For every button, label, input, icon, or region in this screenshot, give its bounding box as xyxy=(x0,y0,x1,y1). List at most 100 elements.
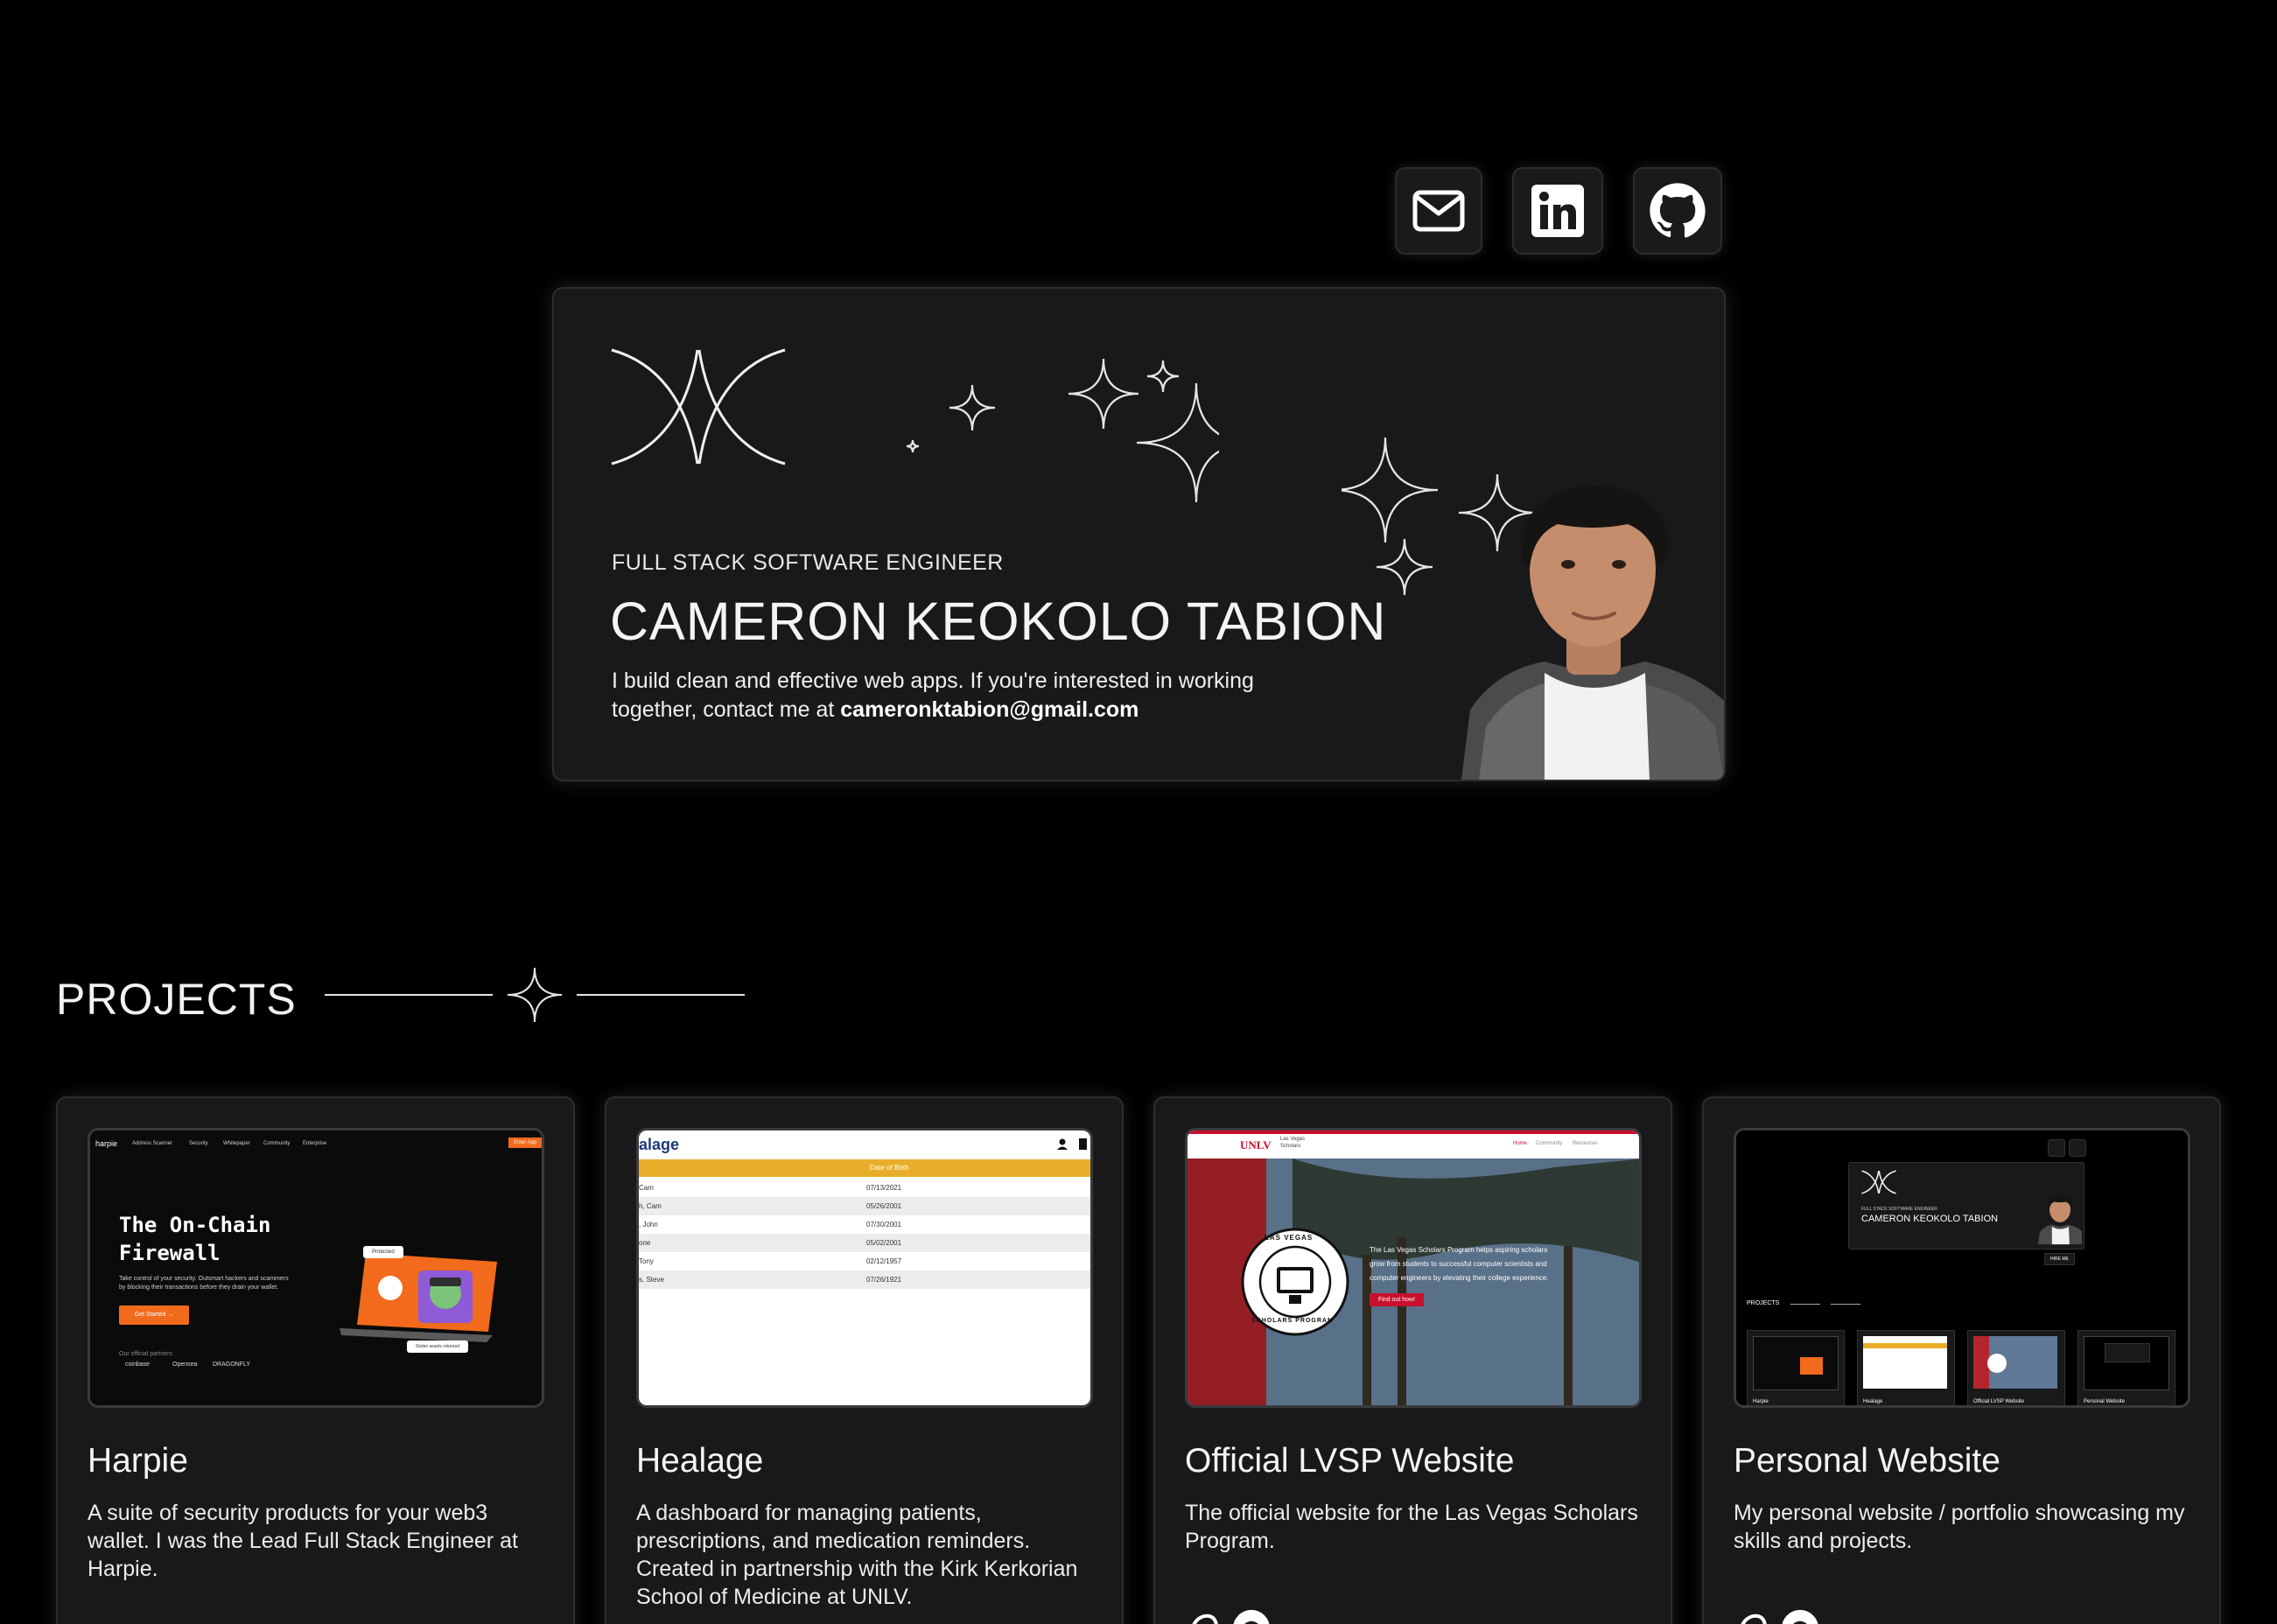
mini-role: FULL STACK SOFTWARE ENGINEER xyxy=(1861,1207,1937,1212)
link-icon[interactable] xyxy=(1734,1609,1769,1624)
project-links xyxy=(1185,1609,1271,1624)
shot-copy: The Las Vegas Scholars Program helps asp… xyxy=(1370,1246,1548,1254)
project-card-lvsp[interactable]: UNLV Las Vegas Scholars Home Community R… xyxy=(1153,1096,1672,1624)
project-title: Official LVSP Website xyxy=(1185,1442,1515,1480)
table-cell: 02/12/1957 xyxy=(866,1257,902,1265)
project-card-personal[interactable]: FULL STACK SOFTWARE ENGINEER CAMERON KEO… xyxy=(1702,1096,2221,1624)
shot-cta: Enter App xyxy=(508,1138,542,1148)
github-icon[interactable] xyxy=(1232,1609,1271,1624)
shot-partner: DRAGONFLY xyxy=(213,1362,251,1368)
table-row xyxy=(639,1197,1090,1215)
table-cell: 07/13/2021 xyxy=(866,1184,902,1192)
table-cell: h, Cam xyxy=(639,1202,662,1210)
mini-linkedin-icon xyxy=(2048,1139,2065,1157)
mail-icon xyxy=(1412,190,1465,232)
mini-project-card: Personal Website xyxy=(2077,1330,2175,1405)
project-screenshot: UNLV Las Vegas Scholars Home Community R… xyxy=(1185,1128,1642,1408)
sparkle-icon xyxy=(949,384,996,431)
sparkle-icon xyxy=(1146,360,1180,393)
shot-partner: coinbase xyxy=(125,1362,151,1368)
shot-nav-item: Address Scanner xyxy=(132,1141,173,1146)
link-icon[interactable] xyxy=(1185,1609,1220,1624)
harpie-laptop-illustration xyxy=(340,1253,497,1342)
shot-brand: UNLV xyxy=(1240,1138,1272,1152)
shot-button: Find out how! xyxy=(1370,1293,1425,1306)
shot-nav-item: Whitepaper xyxy=(223,1141,250,1146)
mini-project-title: Personal Website xyxy=(2084,1399,2125,1404)
shot-nav-item: Home xyxy=(1513,1141,1528,1146)
hero-description: I build clean and effective web apps. If… xyxy=(612,667,1312,724)
table-column-header: Date of Birth xyxy=(870,1164,909,1172)
sparkle-icon xyxy=(1068,358,1139,430)
shot-subtitle: by blocking their transactions before th… xyxy=(119,1284,279,1291)
shot-brand-sub: Las Vegas xyxy=(1280,1137,1306,1142)
table-cell: 05/02/2001 xyxy=(866,1239,902,1247)
logo-icon xyxy=(611,348,786,466)
social-links xyxy=(1395,167,1722,255)
seal-text: SCHOLARS PROGRAM xyxy=(1251,1318,1334,1324)
project-title: Healage xyxy=(636,1442,764,1480)
hero-name: CAMERON KEOKOLO TABION xyxy=(610,592,1387,651)
table-cell: 07/30/2001 xyxy=(866,1221,902,1228)
table-row xyxy=(639,1234,1090,1252)
project-card-harpie[interactable]: harpie Address Scanner Security Whitepap… xyxy=(56,1096,575,1624)
projects-heading: PROJECTS xyxy=(56,975,297,1024)
project-cards: harpie Address Scanner Security Whitepap… xyxy=(56,1096,2221,1624)
table-row xyxy=(639,1215,1090,1234)
project-card-healage[interactable]: alage Date of Birth Cam 07/13/2021 h, Ca… xyxy=(605,1096,1124,1624)
project-links xyxy=(1734,1609,1819,1624)
shot-partner: Opensea xyxy=(172,1362,198,1368)
shot-headline: Firewall xyxy=(119,1241,221,1265)
project-title: Harpie xyxy=(88,1442,188,1480)
shot-copy: computer engineers by elevating their co… xyxy=(1370,1274,1549,1282)
linkedin-button[interactable] xyxy=(1512,167,1603,255)
profile-photo xyxy=(1461,485,1724,780)
shot-copy: grow from students to successful compute… xyxy=(1370,1260,1547,1268)
table-cell: one xyxy=(639,1239,651,1247)
table-cell: , John xyxy=(639,1221,658,1228)
project-title: Personal Website xyxy=(1734,1442,2000,1480)
table-cell: 05/26/2001 xyxy=(866,1202,902,1210)
project-description: A dashboard for managing patients, presc… xyxy=(636,1501,1078,1609)
project-description: My personal website / portfolio showcasi… xyxy=(1734,1501,2185,1553)
project-screenshot: FULL STACK SOFTWARE ENGINEER CAMERON KEO… xyxy=(1734,1128,2190,1408)
sparkle-icon xyxy=(906,439,920,453)
shot-alert: Stolen assets returned xyxy=(407,1340,469,1353)
shot-badge: Protected xyxy=(363,1246,403,1258)
table-header xyxy=(639,1159,1090,1177)
mini-project-title: Harpie xyxy=(1753,1399,1769,1404)
github-icon[interactable] xyxy=(1781,1609,1819,1624)
project-screenshot: alage Date of Birth Cam 07/13/2021 h, Ca… xyxy=(636,1128,1093,1408)
mini-project-title: Official LVSP Website xyxy=(1973,1399,2024,1404)
mini-github-icon xyxy=(2069,1139,2086,1157)
project-description: The official website for the Las Vegas S… xyxy=(1185,1501,1638,1553)
shot-brand: harpie xyxy=(95,1139,118,1148)
email-button[interactable] xyxy=(1395,167,1482,255)
mini-profile-photo xyxy=(2038,1195,2082,1245)
shot-nav-item: Security xyxy=(189,1141,208,1146)
hero-card: FULL STACK SOFTWARE ENGINEER CAMERON KEO… xyxy=(552,287,1726,781)
portfolio-page: FULL STACK SOFTWARE ENGINEER CAMERON KEO… xyxy=(0,0,2277,1624)
shot-nav-item: Resources xyxy=(1573,1141,1598,1146)
shot-subtitle: Take control of your security. Outsmart … xyxy=(119,1276,289,1282)
project-description: A suite of security products for your we… xyxy=(88,1501,518,1581)
table-row xyxy=(639,1179,1090,1197)
table-cell: 07/26/1921 xyxy=(866,1276,902,1284)
github-button[interactable] xyxy=(1633,167,1722,255)
sparkle-icon xyxy=(1136,382,1219,503)
mini-logo-icon xyxy=(1861,1170,1896,1194)
shot-nav-item: Community xyxy=(1536,1141,1563,1146)
seal-text: LAS VEGAS xyxy=(1265,1234,1314,1242)
linkedin-icon xyxy=(1531,185,1584,237)
shot-brand: alage xyxy=(639,1136,680,1153)
sparkle-icon xyxy=(507,967,562,1023)
mini-hero-card: FULL STACK SOFTWARE ENGINEER CAMERON KEO… xyxy=(1848,1162,2084,1250)
github-icon xyxy=(1650,183,1706,238)
hero-role: FULL STACK SOFTWARE ENGINEER xyxy=(612,550,1004,575)
shot-headline: The On-Chain xyxy=(119,1213,271,1237)
hero-email[interactable]: cameronktabion@gmail.com xyxy=(840,697,1138,722)
shot-button: Get Started → xyxy=(119,1306,189,1325)
mini-project-card: Healage xyxy=(1857,1330,1955,1405)
mini-project-card: Harpie xyxy=(1747,1330,1845,1405)
mini-project-title: Healage xyxy=(1863,1399,1883,1404)
